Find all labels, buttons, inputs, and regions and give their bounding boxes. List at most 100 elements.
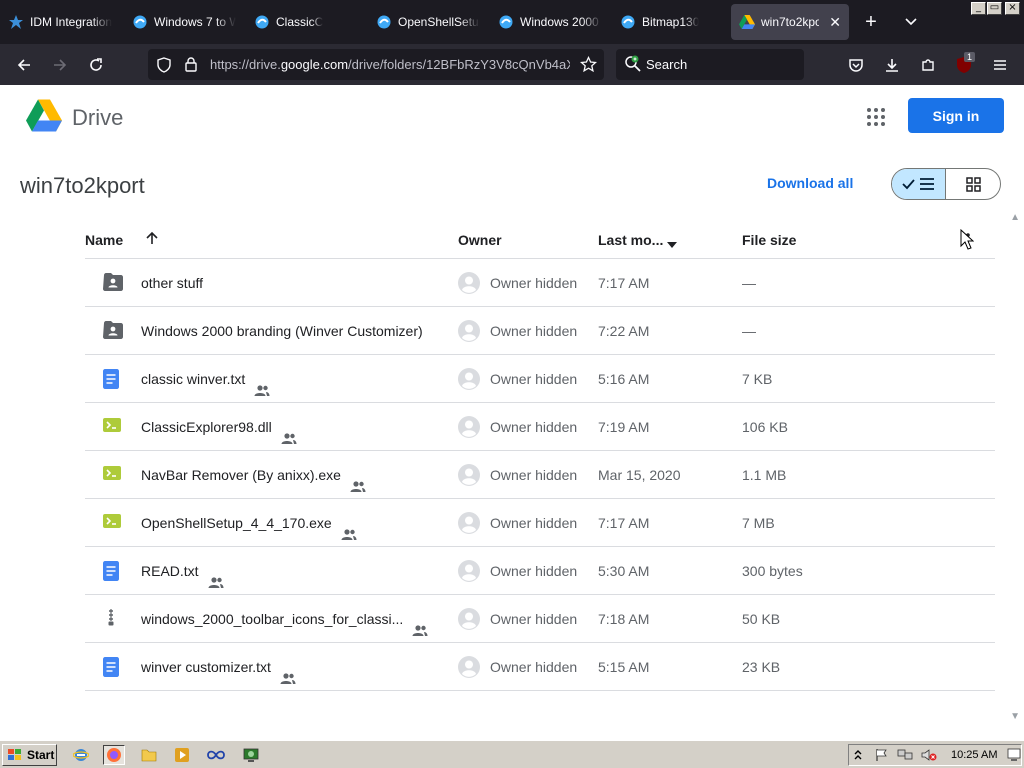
file-size-cell: 1.1 MB (742, 467, 787, 483)
edge-icon (254, 14, 270, 30)
owner-avatar-icon (458, 512, 480, 534)
action-center-flag-icon[interactable] (875, 748, 889, 767)
mouse-cursor-icon (960, 229, 974, 250)
close-window-button[interactable]: × (1005, 2, 1020, 15)
quicklaunch-media[interactable] (171, 745, 193, 765)
file-rows: other stuff Owner hidden 7:17 AM — Windows 2… (85, 259, 995, 691)
taskbar-app[interactable] (240, 745, 262, 765)
media-player-icon (175, 748, 189, 762)
reload-button[interactable] (82, 44, 110, 85)
grid-view-button[interactable] (946, 169, 1000, 199)
file-row[interactable]: READ.txt Owner hidden 5:30 AM 300 bytes (85, 547, 995, 595)
folder-icon (141, 749, 157, 762)
close-tab-icon[interactable]: ✕ (829, 14, 841, 31)
binary-file-icon (103, 513, 123, 533)
column-header-file-size[interactable]: File size (742, 221, 796, 259)
file-row[interactable]: winver customizer.txt Owner hidden 5:15 AM… (85, 643, 995, 691)
file-row[interactable]: windows_2000_toolbar_icons_for_classi...… (85, 595, 995, 643)
search-engine-icon (624, 55, 642, 78)
file-name[interactable]: windows_2000_toolbar_icons_for_classi... (141, 595, 429, 643)
file-size-cell: 7 MB (742, 515, 775, 531)
taskbar-firefox[interactable] (103, 745, 125, 765)
quicklaunch-ie[interactable] (70, 745, 92, 765)
file-row[interactable]: ClassicExplorer98.dll Owner hidden 7:19 AM… (85, 403, 995, 451)
volume-muted-icon[interactable] (921, 748, 937, 767)
tracking-protection-icon[interactable] (156, 57, 172, 78)
downloads-button[interactable] (878, 44, 906, 85)
file-name[interactable]: READ.txt (141, 547, 225, 595)
last-modified-cell: 5:30 AM (598, 563, 650, 579)
file-name[interactable]: ClassicExplorer98.dll (141, 403, 298, 451)
bookmark-star-icon[interactable] (579, 55, 598, 78)
tab-classicc[interactable]: ClassicC (254, 2, 358, 42)
search-bar[interactable]: Search (616, 49, 804, 80)
tab-win7to2kport[interactable]: win7to2kport ✕ (731, 4, 849, 40)
file-name[interactable]: NavBar Remover (By anixx).exe (141, 451, 367, 499)
google-drive-logo-icon[interactable] (26, 99, 62, 132)
file-row[interactable]: classic winver.txt Owner hidden 5:16 AM 7 K… (85, 355, 995, 403)
sign-in-button[interactable]: Sign in (908, 98, 1004, 133)
last-modified-cell: 7:17 AM (598, 275, 650, 291)
desktop-icon[interactable] (1007, 748, 1021, 767)
file-name[interactable]: other stuff (141, 259, 203, 307)
file-size-cell: 7 KB (742, 371, 773, 387)
url-prefix: https://drive. (210, 57, 281, 72)
file-size-cell: — (742, 275, 756, 291)
taskbar-clock[interactable]: 10:25 AM (951, 745, 997, 765)
file-size-cell: 50 KB (742, 611, 781, 627)
file-row[interactable]: other stuff Owner hidden 7:17 AM — (85, 259, 995, 307)
file-name[interactable]: OpenShellSetup_4_4_170.exe (141, 499, 358, 547)
url-bar[interactable]: https://drive.google.com/drive/folders/1… (148, 49, 604, 80)
tab-bar: IDM Integration Windows 7 to W ClassicC … (0, 0, 1024, 44)
file-row[interactable]: OpenShellSetup_4_4_170.exe Owner hidden 7:… (85, 499, 995, 547)
drive-product-name[interactable]: Drive (72, 105, 123, 131)
owner-cell: Owner hidden (490, 275, 578, 291)
search-input[interactable]: Search (646, 49, 687, 80)
file-name[interactable]: classic winver.txt (141, 355, 271, 403)
download-all-button[interactable]: Download all (767, 175, 853, 191)
file-name[interactable]: Windows 2000 branding (Winver Customizer… (141, 307, 423, 355)
file-row[interactable]: NavBar Remover (By anixx).exe Owner hidde… (85, 451, 995, 499)
sort-ascending-icon[interactable] (145, 231, 159, 248)
tab-windows-2000[interactable]: Windows 2000 E (498, 2, 602, 42)
pocket-button[interactable] (842, 44, 870, 85)
network-icon[interactable] (897, 748, 913, 767)
ublock-origin-button[interactable]: 1 (950, 44, 978, 85)
file-list-header: Name Owner Last mo... File size (85, 221, 995, 259)
file-size-cell: 106 KB (742, 419, 788, 435)
lock-icon[interactable] (184, 56, 198, 78)
tab-idm-integration[interactable]: IDM Integration (8, 2, 120, 42)
tab-openshellsetup[interactable]: OpenShellSetup (376, 2, 480, 42)
new-tab-button[interactable]: + (860, 10, 882, 34)
tab-windows-7[interactable]: Windows 7 to W (132, 2, 236, 42)
start-button[interactable]: Start (2, 744, 57, 766)
column-header-owner[interactable]: Owner (458, 221, 502, 259)
scroll-down-arrow[interactable]: ▼ (1010, 711, 1020, 722)
idm-icon (8, 14, 24, 30)
tab-bitmap130[interactable]: Bitmap130 (620, 2, 724, 42)
url-path: /drive/folders/12BFbRzY3V8cQnVb4aX (348, 57, 570, 72)
edge-icon (132, 14, 148, 30)
minimize-button[interactable]: _ (971, 2, 986, 15)
extensions-button[interactable] (914, 44, 942, 85)
column-header-last-modified[interactable]: Last mo... (598, 221, 663, 259)
list-all-tabs-button[interactable] (900, 12, 922, 32)
firefox-icon (107, 748, 121, 762)
forward-button[interactable] (46, 44, 74, 85)
infinity-icon (207, 750, 225, 760)
quicklaunch-explorer[interactable] (138, 745, 160, 765)
list-view-button[interactable] (892, 169, 947, 199)
menu-button[interactable] (986, 44, 1014, 85)
scroll-up-arrow[interactable]: ▲ (1010, 212, 1020, 223)
file-name[interactable]: winver customizer.txt (141, 643, 297, 691)
google-apps-icon[interactable] (866, 107, 886, 127)
show-hidden-icons-icon[interactable] (853, 748, 863, 767)
caret-down-icon[interactable] (666, 236, 678, 252)
back-button[interactable] (10, 44, 38, 85)
tab-title: ClassicC (276, 15, 324, 29)
url-text[interactable]: https://drive.google.com/drive/folders/1… (210, 49, 570, 80)
file-row[interactable]: Windows 2000 branding (Winver Customizer… (85, 307, 995, 355)
maximize-button[interactable]: ▭ (987, 2, 1002, 15)
column-header-name[interactable]: Name (85, 221, 123, 259)
quicklaunch-app[interactable] (205, 745, 227, 765)
